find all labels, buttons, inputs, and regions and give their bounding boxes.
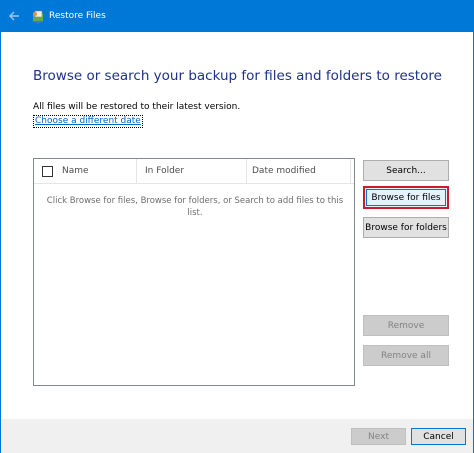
title-bar[interactable]: Restore Files <box>1 1 473 32</box>
back-arrow-icon[interactable] <box>7 9 21 23</box>
file-list[interactable]: Name In Folder Date modified Click Brows… <box>33 158 355 386</box>
column-divider[interactable] <box>350 159 351 183</box>
restore-files-window: Restore Files Browse or search your back… <box>0 0 474 453</box>
remove-all-button[interactable]: Remove all <box>363 345 449 366</box>
checkbox-icon[interactable] <box>42 166 53 177</box>
column-header-name[interactable]: Name <box>62 166 89 176</box>
empty-list-message: Click Browse for files, Browse for folde… <box>46 196 344 218</box>
column-divider[interactable] <box>136 159 137 183</box>
column-divider[interactable] <box>246 159 247 183</box>
browse-for-folders-button[interactable]: Browse for folders <box>363 217 449 238</box>
restore-version-info: All files will be restored to their late… <box>33 102 241 112</box>
column-header-date-modified[interactable]: Date modified <box>252 166 316 176</box>
cancel-button[interactable]: Cancel <box>411 428 466 445</box>
browse-for-files-button[interactable]: Browse for files <box>363 186 449 209</box>
search-button[interactable]: Search... <box>363 160 449 181</box>
column-header-in-folder[interactable]: In Folder <box>145 166 184 176</box>
restore-files-icon <box>32 10 44 24</box>
choose-date-link[interactable]: Choose a different date <box>33 115 143 128</box>
file-list-header: Name In Folder Date modified <box>34 159 354 184</box>
window-title: Restore Files <box>49 11 106 21</box>
page-heading: Browse or search your backup for files a… <box>33 68 442 84</box>
next-button[interactable]: Next <box>351 428 406 445</box>
remove-button[interactable]: Remove <box>363 315 449 336</box>
